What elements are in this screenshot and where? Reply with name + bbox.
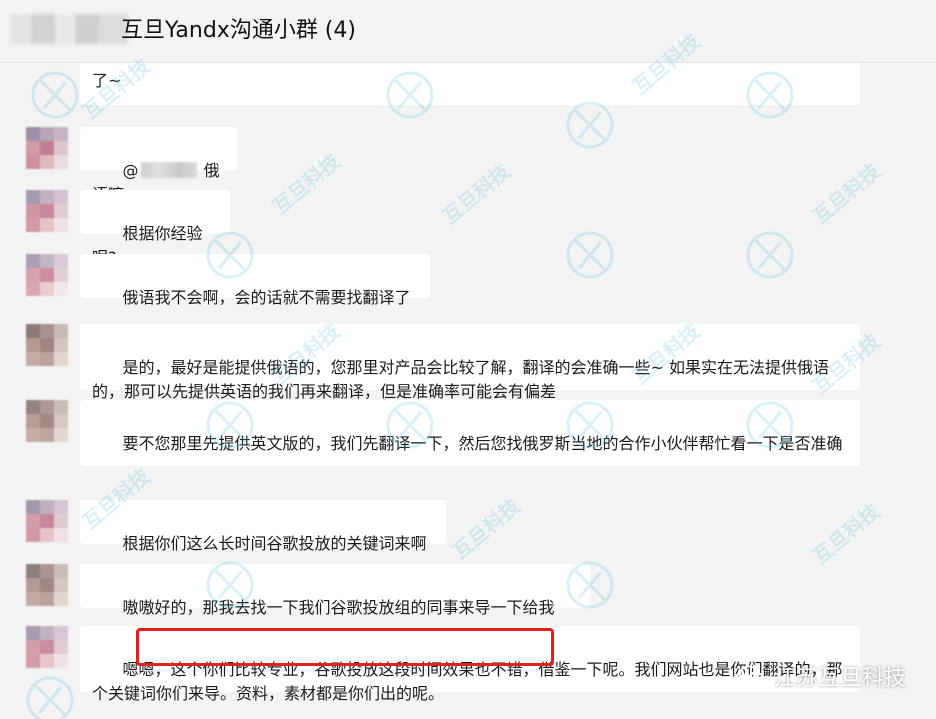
message-bubble[interactable]: 俄语我不会啊，会的话就不需要找翻译了: [80, 254, 430, 307]
message-item: 了~: [0, 63, 936, 105]
wechat-icon: [738, 665, 765, 686]
message-bubble[interactable]: @ 俄语嘛: [80, 127, 237, 204]
message-item: 俄语我不会啊，会的话就不需要找翻译了: [0, 254, 936, 307]
avatar[interactable]: [26, 254, 68, 296]
message-text: 根据你们这么长时间谷歌投放的关键词来啊: [122, 534, 427, 553]
message-text: 是的，最好是能提供俄语的，您那里对产品会比较了解，翻译的会准确一些~ 如果实在无…: [92, 358, 830, 401]
chat-header: 互旦Yandx沟通小群 (4): [0, 0, 936, 63]
avatar[interactable]: [26, 564, 68, 606]
avatar[interactable]: [26, 626, 68, 668]
message-bubble[interactable]: 根据你们这么长时间谷歌投放的关键词来啊: [80, 500, 446, 553]
message-bubble[interactable]: 根据你经验呢?: [80, 190, 230, 267]
avatar[interactable]: [26, 500, 68, 542]
avatar[interactable]: [26, 190, 68, 232]
mention-at: @: [122, 161, 139, 180]
brand-signature: 江苏互旦科技: [738, 660, 906, 692]
avatar[interactable]: [26, 324, 68, 366]
message-text: 嗯嗯，这个你们比较专业，谷歌投放这段时间效果也不错，借鉴一下呢。我们网站也是你们…: [92, 660, 843, 703]
message-item: 要不您那里先提供英文版的，我们先翻译一下，然后您找俄罗斯当地的合作小伙伴帮忙看一…: [0, 400, 936, 466]
brand-label: 江苏互旦科技: [773, 666, 906, 691]
message-bubble[interactable]: 了~: [80, 63, 860, 105]
message-text: 俄语我不会啊，会的话就不需要找翻译了: [122, 288, 411, 307]
message-text: 了~: [92, 71, 122, 90]
highlight-annotation: [136, 628, 554, 666]
message-item: 根据你们这么长时间谷歌投放的关键词来啊: [0, 500, 936, 553]
blurred-group-name: [10, 14, 128, 44]
message-item: 嗷嗷好的，那我去找一下我们谷歌投放组的同事来导一下给我: [0, 564, 936, 617]
avatar[interactable]: [26, 400, 68, 442]
message-text: 嗷嗷好的，那我去找一下我们谷歌投放组的同事来导一下给我: [122, 598, 555, 617]
message-text: 要不您那里先提供英文版的，我们先翻译一下，然后您找俄罗斯当地的合作小伙伴帮忙看一…: [122, 434, 843, 453]
message-list[interactable]: 了~ @ 俄语嘛 根据你经验呢? 俄语我不会啊，会的话就不: [0, 63, 936, 719]
avatar[interactable]: [26, 127, 68, 169]
group-title[interactable]: 互旦Yandx沟通小群 (4): [121, 14, 356, 48]
message-bubble[interactable]: 嗷嗷好的，那我去找一下我们谷歌投放组的同事来导一下给我: [80, 564, 590, 617]
message-item: 是的，最好是能提供俄语的，您那里对产品会比较了解，翻译的会准确一些~ 如果实在无…: [0, 324, 936, 401]
message-item: @ 俄语嘛: [0, 127, 936, 204]
message-bubble[interactable]: 是的，最好是能提供俄语的，您那里对产品会比较了解，翻译的会准确一些~ 如果实在无…: [80, 324, 860, 401]
message-item: 根据你经验呢?: [0, 190, 936, 267]
message-bubble[interactable]: 要不您那里先提供英文版的，我们先翻译一下，然后您找俄罗斯当地的合作小伙伴帮忙看一…: [80, 400, 860, 466]
blurred-mention: [140, 162, 197, 178]
